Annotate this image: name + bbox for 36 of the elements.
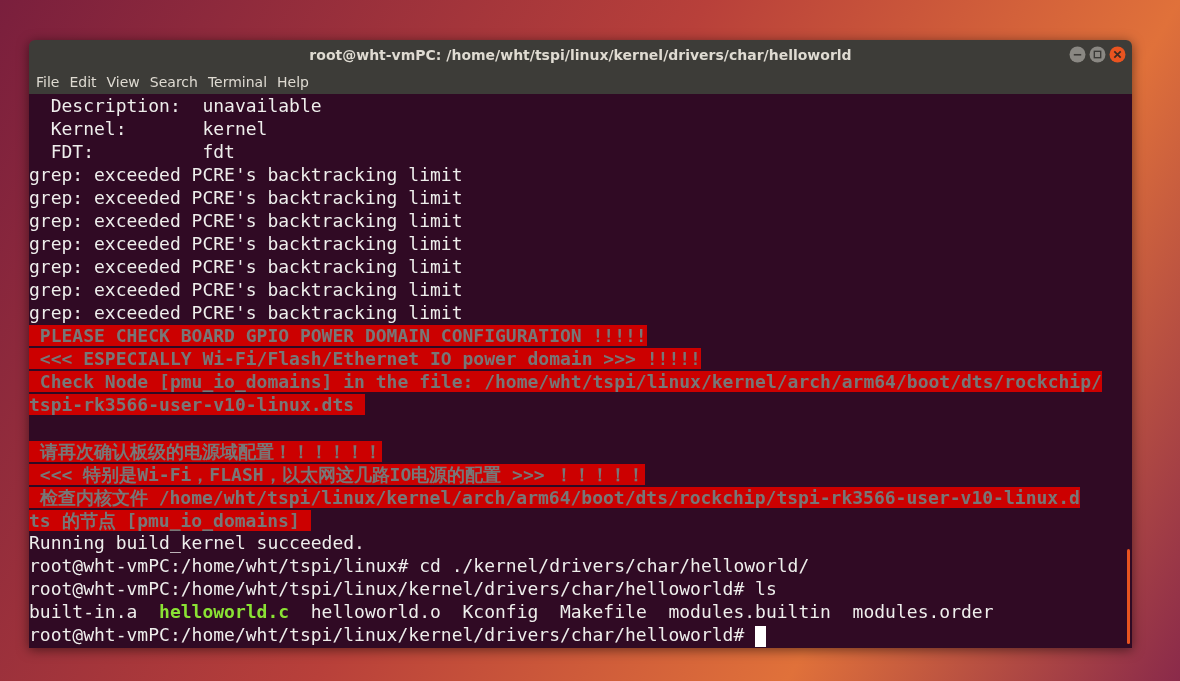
terminal-text: grep: exceeded PCRE's backtracking limit xyxy=(29,279,463,300)
terminal-text: grep: exceeded PCRE's backtracking limit xyxy=(29,256,463,277)
highlighted-text: 检查内核文件 /home/wht/tspi/linux/kernel/arch/arm64/boot/dts/rockchip/tspi-rk3566-user-v10-linux.d xyxy=(29,487,1080,508)
file-name: helloworld.c xyxy=(159,601,290,622)
close-icon[interactable] xyxy=(1109,46,1126,63)
minimize-icon[interactable] xyxy=(1069,46,1086,63)
terminal-text: root@wht-vmPC:/home/wht/tspi/linux/kernel/drivers/char/helloworld# xyxy=(29,624,746,645)
menu-item[interactable]: Edit xyxy=(64,74,102,90)
highlighted-text: tspi-rk3566-user-v10-linux.dts xyxy=(29,394,365,415)
highlighted-text: PLEASE CHECK BOARD GPIO POWER DOMAIN CONFIGURATION !!!!! xyxy=(29,325,647,346)
terminal-text: built-in.a xyxy=(29,601,139,622)
terminal-text: grep: exceeded PCRE's backtracking limit xyxy=(29,302,463,323)
terminal-text: grep: exceeded PCRE's backtracking limit xyxy=(29,210,463,231)
terminal-text: grep: exceeded PCRE's backtracking limit xyxy=(29,164,463,185)
terminal-text: grep: exceeded PCRE's backtracking limit xyxy=(29,187,463,208)
menu-item[interactable]: View xyxy=(101,74,145,90)
highlighted-text: ts 的节点 [pmu_io_domains] xyxy=(29,510,311,531)
terminal-text: Description: unavailable xyxy=(49,95,322,116)
terminal-text: root@wht-vmPC:/home/wht/tspi/linux/kernel/drivers/char/helloworld# ls xyxy=(29,578,777,599)
menu-item[interactable]: Search xyxy=(144,74,203,90)
terminal-text: Kernel: kernel xyxy=(49,118,268,139)
terminal-text: root@wht-vmPC:/home/wht/tspi/linux# cd ./kernel/drivers/char/helloworld/ xyxy=(29,555,810,576)
terminal-text: FDT: fdt xyxy=(49,141,235,162)
highlighted-text: Check Node [pmu_io_domains] in the file: /home/wht/tspi/linux/kernel/arch/arm64/boot/dts/rockchip/ xyxy=(29,371,1102,392)
menu-item[interactable]: Terminal xyxy=(202,74,273,90)
menu-item[interactable]: File xyxy=(31,74,65,90)
menu-item[interactable]: Help xyxy=(272,74,314,90)
terminal-text: grep: exceeded PCRE's backtracking limit xyxy=(29,233,463,254)
highlighted-text: <<< 特别是Wi-Fi，FLASH，以太网这几路IO电源的配置 >>> ！！！！！ xyxy=(29,464,646,485)
terminal-text: helloworld.o Kconfig Makefile modules.builtin modules.order xyxy=(309,601,994,622)
highlighted-text: <<< ESPECIALLY Wi-Fi/Flash/Ethernet IO power domain >>> !!!!! xyxy=(29,348,701,369)
terminal-text: Running build_kernel succeeded. xyxy=(29,532,365,553)
scrollbar[interactable] xyxy=(1127,549,1130,644)
maximize-icon[interactable] xyxy=(1089,46,1106,63)
window-title: root@wht-vmPC: /home/wht/tspi/linux/kernel/drivers/char/helloworld xyxy=(309,47,852,63)
highlighted-text: 请再次确认板级的电源域配置！！！！！！ xyxy=(29,441,382,462)
